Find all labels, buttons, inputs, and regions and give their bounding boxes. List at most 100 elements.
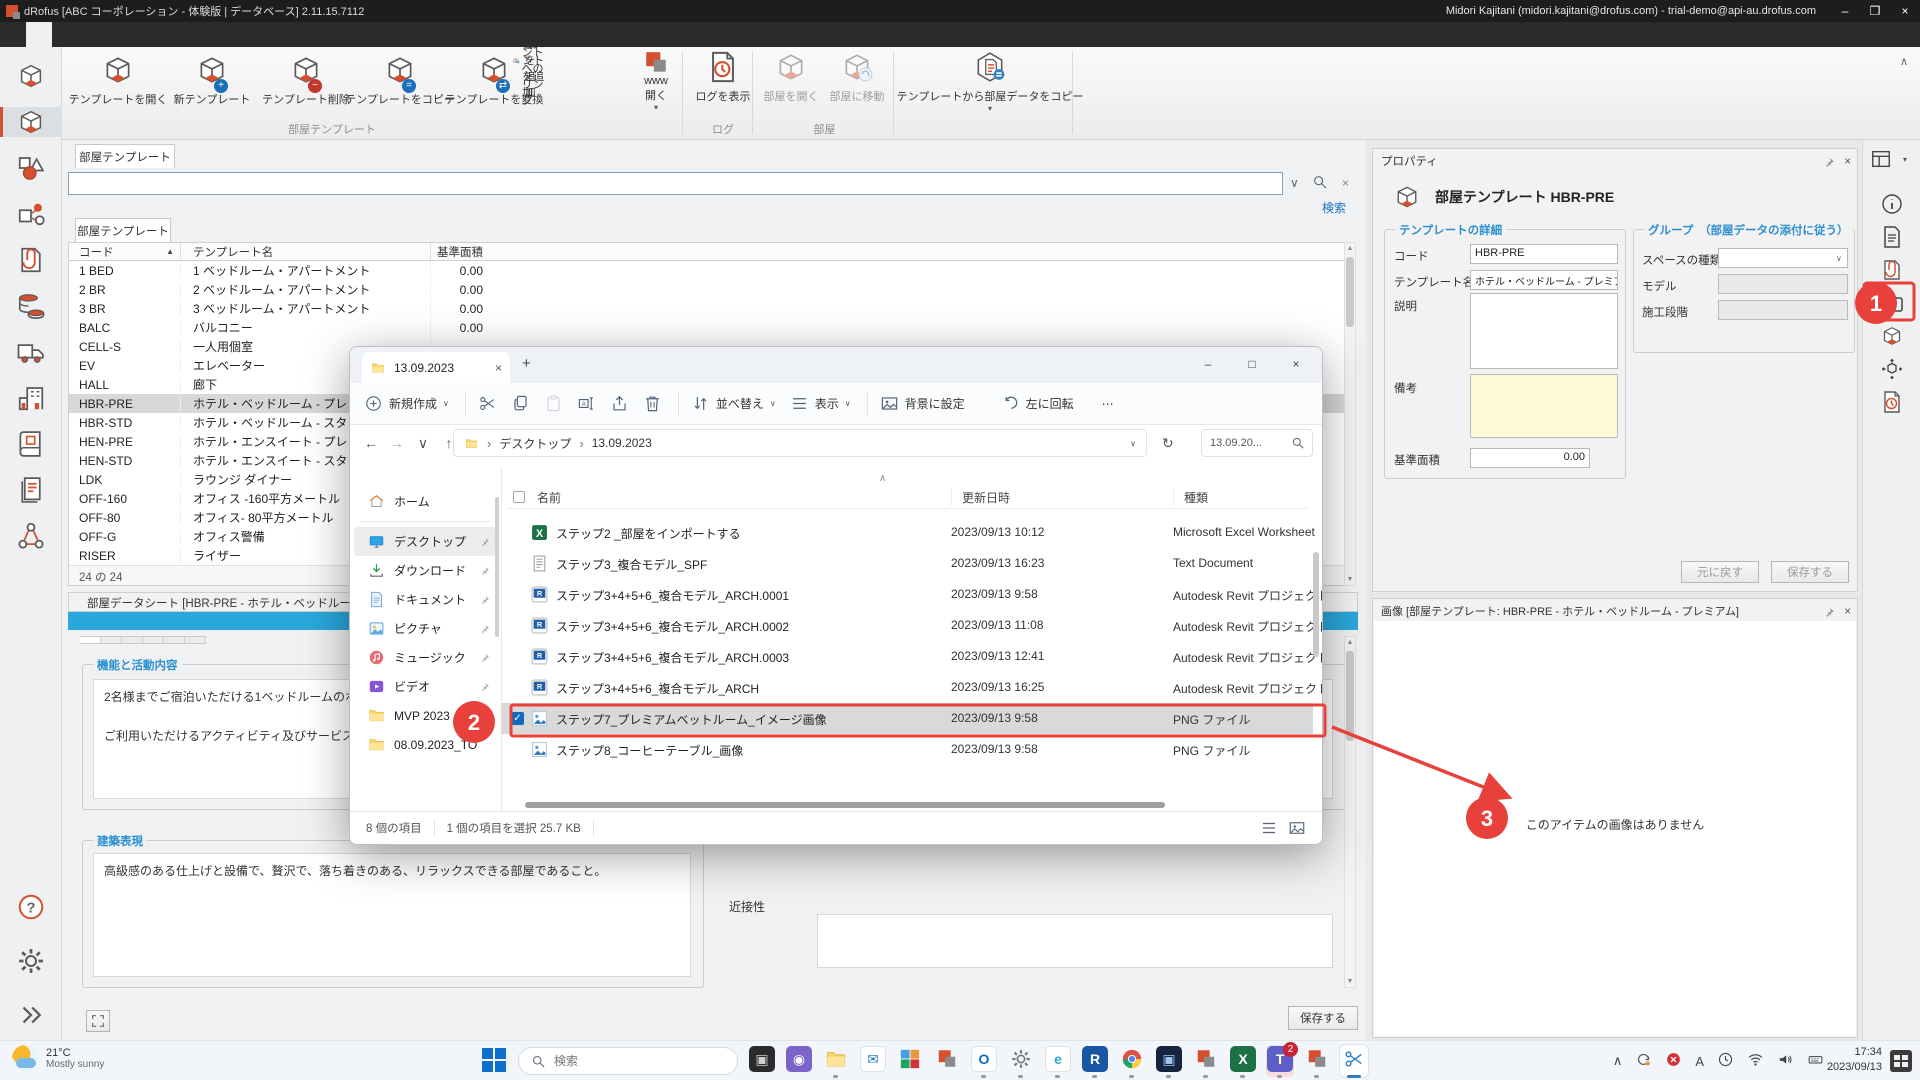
menu-tab[interactable] [130, 22, 156, 47]
delete-icon[interactable] [643, 394, 662, 413]
ribbon-template-button[interactable]: テンプレートを開く [74, 53, 162, 125]
file-list-scrollbar[interactable] [1313, 552, 1319, 657]
paste-icon[interactable] [544, 394, 563, 413]
mail-app[interactable]: ✉ [859, 1045, 887, 1077]
maximize-icon[interactable]: □ [1230, 347, 1274, 380]
close-icon[interactable]: × [1274, 347, 1318, 380]
menu-tab[interactable] [0, 22, 26, 47]
more-options-icon[interactable]: ⋯ [1102, 397, 1114, 411]
code-field[interactable]: HBR-PRE [1470, 244, 1618, 264]
show-log-button[interactable]: ログを表示 [690, 50, 756, 122]
search-dropdown-icon[interactable]: ∨ [1290, 176, 1299, 190]
proximity-field[interactable] [817, 914, 1333, 968]
sidebar-item[interactable]: ダウンロード [354, 556, 497, 585]
snipping-tool[interactable] [1340, 1045, 1368, 1077]
sidebar-item[interactable]: 08.09.2023_TO [354, 730, 497, 759]
breadcrumb-folder[interactable]: 13.09.2023 [592, 436, 652, 450]
attachments-icon[interactable] [1880, 258, 1904, 282]
revit[interactable]: R [1081, 1045, 1109, 1077]
new-button[interactable]: 新規作成∨ [364, 394, 449, 413]
notes-field[interactable] [1470, 374, 1618, 438]
breadcrumb-desktop[interactable]: デスクトップ [499, 435, 571, 452]
drofus-2[interactable] [1192, 1045, 1220, 1077]
teams[interactable]: T 2 [1266, 1045, 1294, 1077]
photos-app[interactable] [896, 1045, 924, 1077]
sidebar-item[interactable]: ドキュメント [354, 585, 497, 614]
sidebar-item[interactable]: ビデオ [354, 672, 497, 701]
base-area-field[interactable]: 0.00 [1470, 448, 1590, 468]
cut-icon[interactable] [478, 394, 497, 413]
chevron-down-icon[interactable]: ▾ [1903, 155, 1907, 164]
close-panel-icon[interactable]: × [1844, 156, 1851, 168]
finance[interactable] [0, 291, 62, 321]
onedrive-sync[interactable] [1635, 1051, 1652, 1071]
settings-app[interactable] [1007, 1045, 1035, 1077]
large-icons-view-icon[interactable] [1288, 819, 1306, 837]
space-type-dropdown[interactable] [1718, 248, 1848, 268]
clear-search-icon[interactable]: × [1342, 176, 1349, 190]
catalog[interactable] [0, 429, 62, 459]
items[interactable] [0, 153, 62, 183]
datasheet-tab[interactable] [143, 636, 164, 644]
taskbar-search-input[interactable] [554, 1054, 704, 1068]
start-button[interactable] [482, 1048, 508, 1074]
excel[interactable]: X [1229, 1045, 1257, 1077]
pin-icon[interactable] [1823, 606, 1836, 619]
room-templates[interactable] [0, 107, 62, 137]
search-link[interactable]: 検索 [1322, 199, 1346, 216]
outlook[interactable]: O [970, 1045, 998, 1077]
menu-tab[interactable] [78, 22, 104, 47]
tab-room-template-list[interactable]: 部屋テンプレート [75, 218, 171, 242]
reports[interactable] [0, 475, 62, 505]
minimize-icon[interactable]: – [1186, 347, 1230, 380]
model-icon[interactable] [1880, 357, 1904, 381]
datasheet-scrollbar[interactable]: ▲ ▼ [1344, 636, 1356, 988]
wifi[interactable] [1747, 1051, 1764, 1071]
ステップ3+4+5+6_複合モデル_ARCH.0002[interactable]: R ステップ3+4+5+6_複合モデル_ARCH.0002 2023/09/13… [501, 610, 1313, 641]
close-icon[interactable]: × [1890, 4, 1920, 18]
www-open-button[interactable]: www 開く ▾ [630, 50, 682, 122]
column-area[interactable]: 基準面積 [431, 243, 491, 260]
rooms[interactable] [0, 61, 62, 91]
ribbon-room-button[interactable]: 部屋を開く [758, 50, 824, 122]
select-all-checkbox[interactable] [513, 491, 525, 503]
images-icon[interactable] [1880, 291, 1904, 315]
tray-expand[interactable]: ∧ [1613, 1053, 1623, 1069]
app-dark-2[interactable]: ▣ [1155, 1045, 1183, 1077]
file-explorer[interactable] [822, 1045, 850, 1077]
description-field[interactable] [1470, 293, 1618, 369]
chat-app[interactable]: ◉ [785, 1045, 813, 1077]
minimize-icon[interactable]: – [1830, 4, 1860, 18]
template-search-input[interactable] [68, 172, 1283, 195]
forward-icon[interactable]: → [384, 435, 410, 451]
datasheet-tab[interactable] [164, 636, 185, 644]
datasheet-icon[interactable] [1880, 225, 1904, 249]
ribbon-template-button[interactable]: + 新テンプレート [168, 53, 256, 125]
template-name-field[interactable]: ホテル・ベッドルーム - プレミアム [1470, 270, 1618, 290]
layout-icon[interactable] [1869, 148, 1893, 170]
sidebar-item[interactable]: ホーム [354, 487, 497, 516]
pin-icon[interactable] [1823, 156, 1836, 169]
datasheet-tab[interactable] [185, 636, 206, 644]
table-scrollbar[interactable]: ▲ ▼ [1344, 242, 1356, 586]
close-panel-icon[interactable]: × [1844, 606, 1851, 618]
1 ベッドルーム・アパートメント[interactable]: 1 BED 1 ベッドルーム・アパートメント 0.00 [69, 261, 1355, 280]
checkbox-checked-icon[interactable]: ✓ [511, 712, 524, 725]
expand[interactable] [0, 1000, 62, 1030]
architecture-expression-textarea[interactable]: 高級感のある仕上げと設備で、贅沢で、落ち着きのある、リラックスできる部屋であるこ… [93, 853, 691, 977]
new-tab-icon[interactable]: + [522, 355, 531, 372]
search-icon[interactable] [1291, 436, 1305, 450]
horizontal-scrollbar[interactable] [525, 802, 1165, 808]
drofus-app[interactable] [933, 1045, 961, 1077]
project[interactable] [0, 383, 62, 413]
weather-widget[interactable]: 21°C Mostly sunny [12, 1045, 104, 1071]
datasheet-tab[interactable] [101, 636, 122, 644]
tab-room-template-group[interactable]: 部屋テンプレート [75, 144, 175, 168]
info-icon[interactable] [1880, 192, 1904, 216]
explorer-tab[interactable]: 13.09.2023 × [362, 352, 510, 383]
3 ベッドルーム・アパートメント[interactable]: 3 BR 3 ベッドルーム・アパートメント 0.00 [69, 299, 1355, 318]
item-relations[interactable] [0, 199, 62, 229]
ステップ7_プレミアムベットルーム_イメージ画像[interactable]: ✓ ステップ7_プレミアムベットルーム_イメージ画像 2023/09/13 9:… [501, 703, 1313, 734]
app-dark[interactable]: ▣ [748, 1045, 776, 1077]
restore-icon[interactable]: ❐ [1860, 4, 1890, 18]
